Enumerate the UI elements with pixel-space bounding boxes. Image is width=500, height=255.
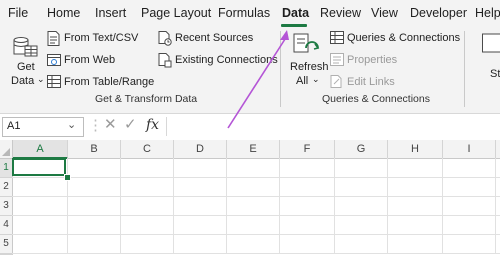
properties-label: Properties xyxy=(347,54,397,66)
column-header-d[interactable]: D xyxy=(174,140,227,159)
grid-lines xyxy=(0,158,500,254)
refresh-label-line2: All xyxy=(296,75,308,87)
text-file-icon xyxy=(47,31,60,46)
cancel-icon[interactable]: ✕ xyxy=(104,116,117,134)
web-icon xyxy=(47,53,61,67)
tab-insert[interactable]: Insert xyxy=(95,6,126,20)
column-header-e[interactable]: E xyxy=(227,140,280,159)
tab-data[interactable]: Data xyxy=(282,6,309,20)
group-separator xyxy=(280,31,281,107)
column-header-i[interactable]: I xyxy=(443,140,496,159)
properties-icon xyxy=(330,53,344,67)
select-all-triangle-icon xyxy=(1,147,11,157)
tab-file[interactable]: File xyxy=(8,6,28,20)
tab-view[interactable]: View xyxy=(371,6,398,20)
queries-icon xyxy=(330,31,344,45)
partial-icon xyxy=(482,32,500,56)
get-data-label-line1: Get xyxy=(17,61,35,73)
queries-group-label: Queries & Connections xyxy=(322,93,430,105)
database-icon xyxy=(11,32,39,58)
column-header-g[interactable]: G xyxy=(335,140,388,159)
refresh-all-button[interactable]: Refresh All ⌄ xyxy=(288,32,324,88)
name-box[interactable]: A1 ⌄ xyxy=(2,117,84,137)
get-data-button[interactable]: Get Data ⌄ xyxy=(7,32,41,88)
from-web-label: From Web xyxy=(64,54,115,66)
partial-label: St xyxy=(490,68,500,80)
tab-review[interactable]: Review xyxy=(320,6,361,20)
from-table-range-label: From Table/Range xyxy=(64,76,154,88)
name-box-value: A1 xyxy=(7,120,20,132)
tab-page-layout[interactable]: Page Layout xyxy=(141,6,211,20)
menu-bar: File Home Insert Page Layout Formulas Da… xyxy=(0,0,500,27)
select-all-corner[interactable] xyxy=(0,140,13,159)
column-header-a[interactable]: A xyxy=(13,140,68,159)
edit-links-label: Edit Links xyxy=(347,76,395,88)
queries-connections-label: Queries & Connections xyxy=(347,32,460,44)
chevron-down-icon[interactable]: ⌄ xyxy=(67,118,76,131)
partial-ribbon-button[interactable]: St xyxy=(476,32,500,88)
tab-formulas[interactable]: Formulas xyxy=(218,6,270,20)
chevron-down-icon: ⌄ xyxy=(37,74,45,85)
fill-handle[interactable] xyxy=(64,174,71,181)
column-header-f[interactable]: F xyxy=(280,140,335,159)
tab-help[interactable]: Help xyxy=(475,6,500,20)
dot-separator-icon: ⋮ xyxy=(88,117,103,135)
chevron-down-icon: ⌄ xyxy=(312,74,320,85)
edit-links-icon xyxy=(330,75,344,89)
get-data-label-line2: Data xyxy=(11,75,34,87)
existing-connections-icon xyxy=(158,53,172,68)
recent-sources-label: Recent Sources xyxy=(175,32,253,44)
column-header-h[interactable]: H xyxy=(388,140,443,159)
refresh-icon xyxy=(292,32,320,58)
column-header-b[interactable]: B xyxy=(68,140,121,159)
existing-connections-label: Existing Connections xyxy=(175,54,278,66)
group-separator xyxy=(464,31,465,107)
tab-developer[interactable]: Developer xyxy=(410,6,467,20)
enter-icon[interactable]: ✓ xyxy=(124,116,137,134)
column-header-c[interactable]: C xyxy=(121,140,174,159)
recent-sources-icon xyxy=(158,31,172,46)
get-transform-group-label: Get & Transform Data xyxy=(95,93,197,105)
insert-function-icon[interactable]: fx xyxy=(146,116,159,134)
tab-home[interactable]: Home xyxy=(47,6,80,20)
selected-cell-a1[interactable] xyxy=(12,158,66,176)
refresh-label-line1: Refresh xyxy=(290,61,329,73)
column-header-partial xyxy=(496,140,500,159)
formula-input[interactable] xyxy=(166,117,500,136)
table-icon xyxy=(47,75,61,89)
from-text-csv-label: From Text/CSV xyxy=(64,32,138,44)
